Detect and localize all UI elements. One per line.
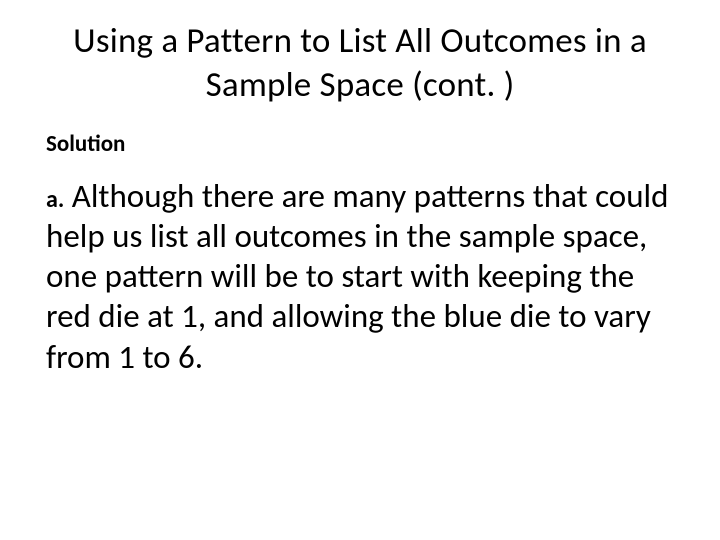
slide-title: Using a Pattern to List All Outcomes in … bbox=[46, 20, 674, 108]
item-marker: a. bbox=[46, 185, 64, 214]
solution-heading: Solution bbox=[46, 130, 674, 158]
item-text: Although there are many patterns that co… bbox=[46, 176, 668, 377]
solution-body: a. Although there are many patterns that… bbox=[46, 176, 674, 377]
slide: Using a Pattern to List All Outcomes in … bbox=[0, 0, 720, 540]
